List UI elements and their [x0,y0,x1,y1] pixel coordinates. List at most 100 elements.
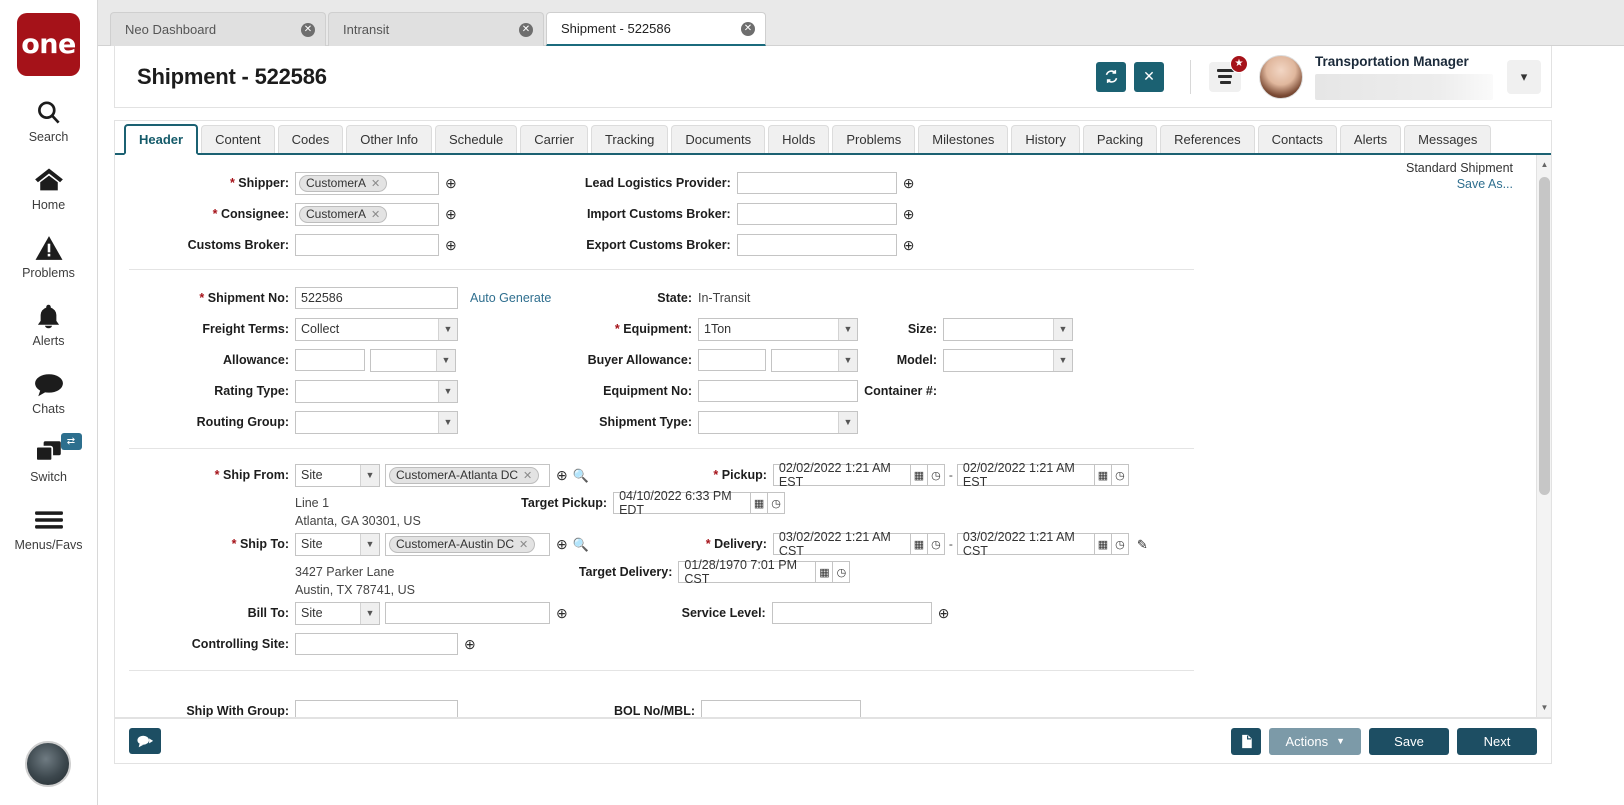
ship-to-site-input[interactable]: CustomerA-Austin DC✕ [385,533,550,556]
bill-to-search-icon[interactable]: ⊕ [556,606,568,620]
scroll-up-icon[interactable]: ▲ [1537,157,1551,172]
pickup-to-input[interactable]: 02/02/2022 1:21 AM EST [957,464,1095,486]
next-button[interactable]: Next [1457,728,1537,755]
browser-tab-neo-dashboard[interactable]: Neo Dashboard ✕ [110,12,326,46]
service-level-search-icon[interactable]: ⊕ [938,606,950,620]
chevron-down-icon[interactable]: ▾ [1507,60,1541,94]
bill-to-type-select[interactable]: Site▼ [295,602,380,625]
import-customs-broker-search-icon[interactable]: ⊕ [903,207,915,221]
lead-logistics-provider-search-icon[interactable]: ⊕ [903,176,915,190]
chip-remove-icon[interactable]: ✕ [523,469,532,482]
close-icon[interactable]: ✕ [301,23,315,37]
consignee-input[interactable]: CustomerA✕ [295,203,439,226]
ship-to-type-select[interactable]: Site▼ [295,533,380,556]
freight-terms-select[interactable]: Collect▼ [295,318,458,341]
controlling-site-search-icon[interactable]: ⊕ [464,637,476,651]
scrollbar-thumb[interactable] [1539,177,1550,495]
target-delivery-input[interactable]: 01/28/1970 7:01 PM CST [678,561,816,583]
import-customs-broker-input[interactable] [737,203,897,225]
close-icon[interactable]: ✕ [1134,62,1164,92]
menu-icon[interactable]: ★ [1209,62,1241,92]
ship-from-chip[interactable]: CustomerA-Atlanta DC✕ [389,467,539,484]
copy-icon[interactable] [1231,728,1261,755]
clock-icon[interactable]: ◷ [928,464,945,486]
tab-codes[interactable]: Codes [278,125,344,153]
bill-to-input[interactable] [385,602,550,624]
target-pickup-input[interactable]: 04/10/2022 6:33 PM EDT [613,492,751,514]
ship-from-site-input[interactable]: CustomerA-Atlanta DC✕ [385,464,550,487]
scroll-down-icon[interactable]: ▼ [1537,700,1551,715]
tab-other-info[interactable]: Other Info [346,125,432,153]
calendar-icon[interactable]: ▦ [911,533,928,555]
controlling-site-input[interactable] [295,633,458,655]
actions-button[interactable]: Actions ▼ [1269,728,1361,755]
shipper-search-icon[interactable]: ⊕ [445,176,457,190]
clock-icon[interactable]: ◷ [768,492,785,514]
refresh-icon[interactable] [1096,62,1126,92]
sidebar-item-problems[interactable]: Problems [0,232,98,280]
clock-icon[interactable]: ◷ [833,561,850,583]
ship-with-group-input[interactable] [295,700,458,717]
close-icon[interactable]: ✕ [519,23,533,37]
tab-references[interactable]: References [1160,125,1254,153]
clock-icon[interactable]: ◷ [928,533,945,555]
model-select[interactable]: ▼ [943,349,1073,372]
chip-remove-icon[interactable]: ✕ [371,177,380,190]
browser-tab-shipment-522586[interactable]: Shipment - 522586 ✕ [546,12,766,46]
ship-from-type-select[interactable]: Site▼ [295,464,380,487]
equipment-select[interactable]: 1Ton▼ [698,318,858,341]
ship-from-search-icon[interactable]: ⊕ [556,468,568,482]
avatar[interactable] [1259,55,1303,99]
ship-from-map-search-icon[interactable]: 🔍 [573,469,589,482]
consignee-chip[interactable]: CustomerA✕ [299,206,387,223]
lead-logistics-provider-input[interactable] [737,172,897,194]
tab-history[interactable]: History [1011,125,1079,153]
shipment-no-input[interactable]: 522586 [295,287,458,309]
sidebar-item-alerts[interactable]: Alerts [0,300,98,348]
customs-broker-input[interactable] [295,234,439,256]
tab-alerts[interactable]: Alerts [1340,125,1401,153]
tab-schedule[interactable]: Schedule [435,125,517,153]
allowance-input[interactable] [295,349,365,371]
customs-broker-search-icon[interactable]: ⊕ [445,238,457,252]
tab-packing[interactable]: Packing [1083,125,1157,153]
calendar-icon[interactable]: ▦ [1095,533,1112,555]
sidebar-item-search[interactable]: Search [0,96,98,144]
chip-remove-icon[interactable]: ✕ [371,208,380,221]
close-icon[interactable]: ✕ [741,22,755,36]
calendar-icon[interactable]: ▦ [816,561,833,583]
clock-icon[interactable]: ◷ [1112,533,1129,555]
edit-pencil-icon[interactable]: ✎ [1137,538,1148,551]
export-customs-broker-search-icon[interactable]: ⊕ [903,238,915,252]
tab-content[interactable]: Content [201,125,275,153]
export-customs-broker-input[interactable] [737,234,897,256]
ship-to-search-icon[interactable]: ⊕ [556,537,568,551]
chip-remove-icon[interactable]: ✕ [519,538,528,551]
equipment-no-input[interactable] [698,380,858,402]
size-select[interactable]: ▼ [943,318,1073,341]
calendar-icon[interactable]: ▦ [1095,464,1112,486]
delivery-to-input[interactable]: 03/02/2022 1:21 AM CST [957,533,1095,555]
tab-header[interactable]: Header [124,124,198,155]
tab-documents[interactable]: Documents [671,125,765,153]
delivery-from-input[interactable]: 03/02/2022 1:21 AM CST [773,533,911,555]
calendar-icon[interactable]: ▦ [751,492,768,514]
tab-tracking[interactable]: Tracking [591,125,668,153]
ship-to-chip[interactable]: CustomerA-Austin DC✕ [389,536,535,553]
rating-type-select[interactable]: ▼ [295,380,458,403]
auto-generate-link[interactable]: Auto Generate [470,291,575,305]
sidebar-item-chats[interactable]: Chats [0,368,98,416]
tab-carrier[interactable]: Carrier [520,125,588,153]
service-level-input[interactable] [772,602,932,624]
shipper-chip[interactable]: CustomerA✕ [299,175,387,192]
tab-problems[interactable]: Problems [832,125,915,153]
calendar-icon[interactable]: ▦ [911,464,928,486]
ship-to-map-search-icon[interactable]: 🔍 [573,538,589,551]
clock-icon[interactable]: ◷ [1112,464,1129,486]
allowance-unit-select[interactable]: ▼ [370,349,456,372]
sidebar-item-switch[interactable]: ⇄ Switch [0,436,98,484]
switch-badge-icon[interactable]: ⇄ [61,433,82,450]
tab-messages[interactable]: Messages [1404,125,1491,153]
buyer-allowance-unit-select[interactable]: ▼ [771,349,858,372]
browser-tab-intransit[interactable]: Intransit ✕ [328,12,544,46]
